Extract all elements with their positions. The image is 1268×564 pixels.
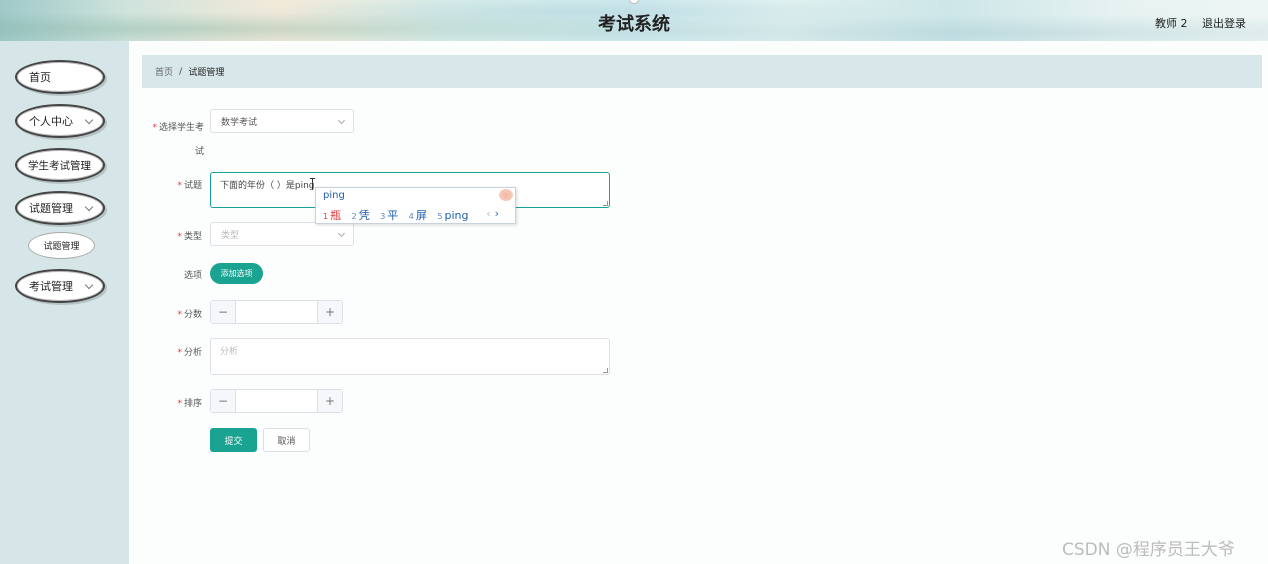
question-label: * 试题 xyxy=(170,178,202,191)
ime-candidate-text: ping xyxy=(444,209,469,222)
type-select-placeholder: 类型 xyxy=(221,230,240,241)
order-label-text: 排序 xyxy=(183,399,202,409)
resize-handle-icon[interactable] xyxy=(603,368,608,373)
required-mark: * xyxy=(177,348,182,358)
required-mark: * xyxy=(177,310,182,320)
analysis-label-text: 分析 xyxy=(183,348,202,358)
plus-icon[interactable]: + xyxy=(317,390,342,412)
required-mark: * xyxy=(177,232,182,242)
add-option-button[interactable]: 添加选项 xyxy=(210,263,263,284)
sidebar-item-home[interactable]: 首页 xyxy=(15,60,105,94)
type-label: * 类型 xyxy=(170,229,202,242)
score-label: * 分数 xyxy=(170,307,202,320)
type-select[interactable]: 类型 xyxy=(210,222,354,246)
ime-candidate[interactable]: 4屏 xyxy=(409,209,427,222)
current-user: 教师 2 xyxy=(1155,17,1188,30)
order-input[interactable] xyxy=(236,390,317,412)
sidebar-subitem-questions[interactable]: 试题管理 xyxy=(28,232,95,259)
exam-select-label-text: 选择学生考试 xyxy=(158,123,204,157)
ime-candidate-text: 瓶 xyxy=(330,209,342,222)
ime-candidate-list: 1瓶 2凭 3平 4屏 5 ping xyxy=(323,207,475,223)
breadcrumb: 首页 / 试题管理 xyxy=(142,55,1262,88)
sidebar-item-label: 个人中心 xyxy=(29,115,73,128)
ime-candidate-text: 屏 xyxy=(415,209,427,222)
sidebar-item-label: 考试管理 xyxy=(29,280,73,293)
score-input[interactable] xyxy=(236,301,317,323)
ime-candidate[interactable]: 3平 xyxy=(380,209,398,222)
minus-icon[interactable]: − xyxy=(211,390,236,412)
order-stepper[interactable]: − + xyxy=(210,389,343,413)
ime-candidate-number: 1 xyxy=(323,212,329,221)
ime-candidate-text: 凭 xyxy=(358,209,370,222)
ime-candidate[interactable]: 1瓶 xyxy=(323,209,341,222)
sidebar-item-profile[interactable]: 个人中心 xyxy=(15,104,105,138)
chevron-down-icon xyxy=(84,280,94,290)
sidebar-item-label: 学生考试管理 xyxy=(28,159,91,172)
ime-candidate-number: 2 xyxy=(351,212,357,221)
sidebar-item-exams[interactable]: 考试管理 xyxy=(15,269,105,303)
type-label-text: 类型 xyxy=(183,232,202,242)
header-bar: 考试系统 教师 2 退出登录 xyxy=(0,0,1268,41)
analysis-label: * 分析 xyxy=(170,345,202,358)
exam-select-value: 数学考试 xyxy=(221,117,258,128)
sidebar-item-label: 试题管理 xyxy=(29,202,73,215)
exam-select[interactable]: 数学考试 xyxy=(210,109,354,133)
sidebar-item-student-exam[interactable]: 学生考试管理 xyxy=(15,148,105,182)
ime-candidate-number: 4 xyxy=(408,212,414,221)
logout-link[interactable]: 退出登录 xyxy=(1202,15,1246,31)
resize-handle-icon[interactable] xyxy=(603,201,608,206)
chevron-down-icon xyxy=(337,116,346,125)
breadcrumb-separator: / xyxy=(179,66,183,77)
score-label-text: 分数 xyxy=(183,310,202,320)
ime-page-nav: ‹ › xyxy=(486,207,499,220)
breadcrumb-home[interactable]: 首页 xyxy=(155,65,173,78)
ime-candidate-popup: ping 1瓶 2凭 3平 4屏 5 ping ‹ › xyxy=(315,187,516,224)
sidebar-item-questions[interactable]: 试题管理 xyxy=(15,191,105,225)
options-label: 选项 xyxy=(183,271,202,281)
ime-candidate[interactable]: 2凭 xyxy=(352,209,370,222)
required-mark: * xyxy=(177,399,182,409)
ime-candidate-number: 3 xyxy=(380,212,386,221)
sidebar-item-label: 首页 xyxy=(29,71,51,84)
chevron-down-icon xyxy=(84,115,94,125)
minus-icon[interactable]: − xyxy=(211,301,236,323)
cancel-button[interactable]: 取消 xyxy=(263,428,310,452)
plus-icon[interactable]: + xyxy=(317,301,342,323)
chevron-right-icon[interactable]: › xyxy=(495,207,499,220)
submit-button[interactable]: 提交 xyxy=(210,428,257,452)
chevron-down-icon xyxy=(84,202,94,212)
required-mark: * xyxy=(177,181,182,191)
sidebar-subitem-label: 试题管理 xyxy=(43,242,80,252)
score-stepper[interactable]: − + xyxy=(210,300,343,324)
ime-candidate[interactable]: 5 ping xyxy=(437,209,468,222)
order-label: * 排序 xyxy=(170,396,202,409)
required-mark: * xyxy=(152,123,157,133)
header-decoration xyxy=(629,0,639,4)
app-title: 考试系统 xyxy=(598,14,670,35)
watermark: CSDN @程序员王大爷 xyxy=(1062,540,1235,560)
exam-select-label: * 选择学生考试 xyxy=(150,116,204,164)
ime-candidate-text: 平 xyxy=(387,209,399,222)
analysis-textarea-placeholder: 分析 xyxy=(220,347,239,357)
ime-candidate-number: 5 xyxy=(437,212,443,221)
question-label-text: 试题 xyxy=(183,181,202,191)
chevron-down-icon xyxy=(337,229,346,238)
question-textarea-value: 下面的年份（ ）是ping xyxy=(220,181,315,191)
ime-composition: ping xyxy=(323,190,345,201)
chevron-left-icon[interactable]: ‹ xyxy=(486,207,490,220)
analysis-textarea[interactable]: 分析 xyxy=(210,338,610,375)
ime-logo-icon xyxy=(499,189,513,201)
breadcrumb-current: 试题管理 xyxy=(188,68,225,78)
